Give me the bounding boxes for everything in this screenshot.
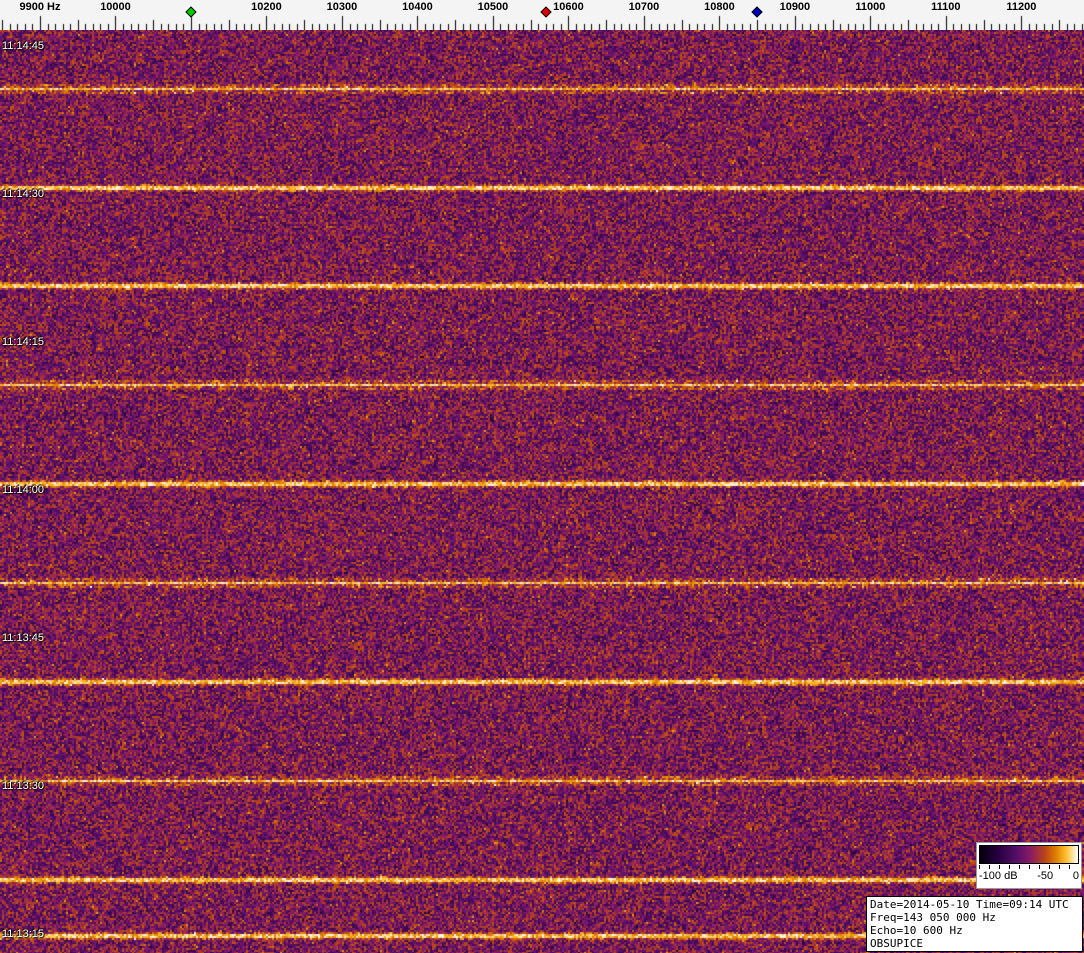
frequency-ruler[interactable]: 9900 Hz 10000 10200 10300 10400 10500 10600 107… xyxy=(0,0,1084,30)
colorbar-gradient xyxy=(979,845,1079,864)
freq-tick-label: 10000 xyxy=(100,1,131,13)
info-station: OBSUPICE xyxy=(870,937,1079,950)
freq-tick-label: 10800 xyxy=(704,1,735,13)
time-tick-label: 11:13:45 xyxy=(2,632,44,644)
colorbar-label-mid: -50 xyxy=(1037,870,1053,882)
status-info-box: Date=2014-05-10 Time=09:14 UTC Freq=143 … xyxy=(866,896,1083,952)
freq-tick-label: 9900 Hz xyxy=(20,1,61,13)
ruler-ticks-canvas xyxy=(0,0,1084,30)
time-tick-label: 11:14:30 xyxy=(2,188,44,200)
freq-tick-label: 10200 xyxy=(251,1,282,13)
waterfall-display[interactable]: 11:14:45 11:14:30 11:14:15 11:14:00 11:13:45… xyxy=(0,30,1084,953)
colorbar-label-min: -100 dB xyxy=(979,870,1018,882)
colorbar-labels: -100 dB -50 0 xyxy=(979,869,1079,883)
freq-tick-label: 11000 xyxy=(855,1,885,13)
freq-tick-label: 10500 xyxy=(478,1,509,13)
time-tick-label: 11:14:15 xyxy=(2,336,44,348)
info-frequency: Freq=143 050 000 Hz xyxy=(870,911,1079,924)
freq-tick-label: 10400 xyxy=(402,1,433,13)
colorbar-legend: -100 dB -50 0 xyxy=(976,842,1082,889)
time-tick-label: 11:13:30 xyxy=(2,780,44,792)
freq-tick-label: 11100 xyxy=(931,1,960,13)
freq-tick-label: 10900 xyxy=(780,1,811,13)
time-tick-label: 11:14:45 xyxy=(2,40,44,52)
spectrogram-canvas xyxy=(0,30,1084,953)
freq-tick-label: 11200 xyxy=(1006,1,1036,13)
info-date-time: Date=2014-05-10 Time=09:14 UTC xyxy=(870,898,1079,911)
info-echo: Echo=10 600 Hz xyxy=(870,924,1079,937)
time-tick-label: 11:14:00 xyxy=(2,484,44,496)
time-tick-label: 11:13:15 xyxy=(2,928,44,940)
freq-tick-label: 10700 xyxy=(629,1,660,13)
freq-tick-label: 10300 xyxy=(327,1,358,13)
spectrogram-app: 9900 Hz 10000 10200 10300 10400 10500 10600 107… xyxy=(0,0,1084,953)
colorbar-label-max: 0 xyxy=(1073,870,1079,882)
freq-tick-label: 10600 xyxy=(553,1,584,13)
